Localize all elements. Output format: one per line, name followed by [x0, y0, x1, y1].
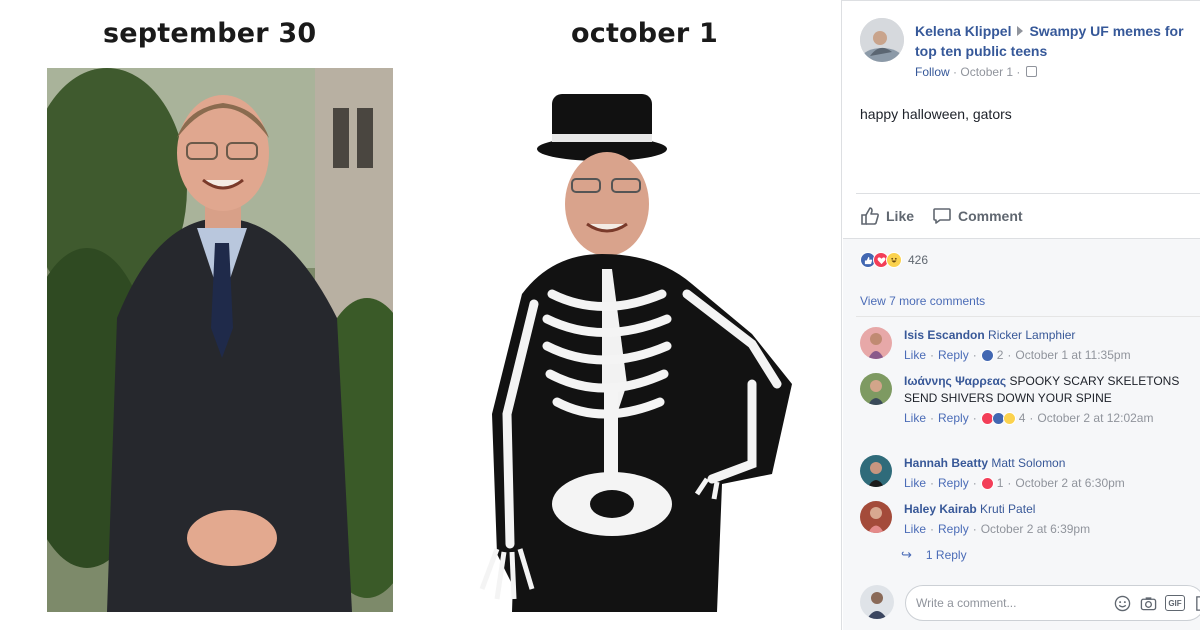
comment-reaction-count[interactable]: 4: [1019, 410, 1026, 427]
commenter-avatar[interactable]: [860, 373, 892, 405]
comment-input-placeholder: Write a comment...: [916, 596, 1017, 610]
post-date[interactable]: October 1: [960, 65, 1013, 79]
comment-input[interactable]: Write a comment... GIF: [905, 585, 1200, 621]
comment-meta: Like · Reply · 4 · October 2 at 12:02am: [904, 410, 1154, 427]
comment-reply-link[interactable]: Reply: [938, 347, 969, 364]
post-text: happy halloween, gators: [860, 106, 1012, 122]
privacy-icon[interactable]: [1025, 66, 1037, 77]
comment-bubble-icon: [933, 208, 951, 224]
tagged-user[interactable]: Kruti Patel: [980, 502, 1035, 516]
comment-meta: Like · Reply · October 2 at 6:39pm: [904, 521, 1091, 538]
post-author-line: Kelena Klippel Swampy UF memes for top te…: [915, 21, 1197, 61]
arrow-right-icon: [1017, 26, 1024, 36]
meme-image[interactable]: september 30 october 1: [0, 0, 841, 630]
commenter-name[interactable]: Haley Kairab: [904, 502, 977, 516]
tagged-user[interactable]: Ricker Lamphier: [988, 328, 1075, 342]
caption-october-1: october 1: [571, 18, 718, 49]
camera-icon[interactable]: [1139, 594, 1157, 612]
photo-skeleton-costume: [452, 84, 812, 612]
comment-meta: Like · Reply · 2 · October 1 at 11:35pm: [904, 347, 1131, 364]
like-reaction-icon: [980, 349, 994, 362]
divider: [856, 316, 1200, 317]
tagged-user[interactable]: Matt Solomon: [991, 456, 1065, 470]
replies-count-label: 1 Reply: [925, 548, 967, 562]
sticker-icon[interactable]: [1193, 594, 1200, 612]
comment-reply-link[interactable]: Reply: [938, 475, 969, 492]
divider: [856, 193, 1200, 194]
comment-timestamp[interactable]: October 2 at 6:39pm: [981, 521, 1090, 538]
like-label: Like: [886, 208, 915, 224]
commenter-name[interactable]: Hannah Beatty: [904, 456, 988, 470]
view-more-comments-link[interactable]: View 7 more comments: [860, 294, 985, 308]
reaction-summary[interactable]: 426: [860, 252, 928, 268]
haha-reaction-icon: [1002, 412, 1016, 425]
comment-label: Comment: [958, 208, 1023, 224]
comment-timestamp[interactable]: October 2 at 12:02am: [1037, 410, 1153, 427]
comment-like-link[interactable]: Like: [904, 521, 926, 538]
like-button[interactable]: Like: [860, 206, 914, 226]
composer-icons: GIF: [1113, 594, 1200, 612]
caption-september-30: september 30: [103, 18, 317, 49]
reaction-count: 426: [908, 253, 929, 267]
commenter-name[interactable]: Ιωάννης Ψαρρεας: [904, 374, 1006, 388]
comment-body: Haley Kairab Kruti Patel Like · Reply · Oc…: [904, 501, 1196, 538]
follow-link[interactable]: Follow: [915, 65, 950, 79]
comment-body: Isis Escandon Ricker Lamphier Like · Repl…: [904, 327, 1196, 364]
comment-body: Ιωάννης Ψαρρεας SPOOKY SCARY SKELETONS S…: [904, 373, 1196, 427]
comment-reply-link[interactable]: Reply: [938, 521, 969, 538]
comment-like-link[interactable]: Like: [904, 410, 926, 427]
comment-like-link[interactable]: Like: [904, 475, 926, 492]
commenter-name[interactable]: Isis Escandon: [904, 328, 985, 342]
emoji-icon[interactable]: [1113, 594, 1131, 612]
comment-like-link[interactable]: Like: [904, 347, 926, 364]
commenter-avatar[interactable]: [860, 455, 892, 487]
thumbs-up-icon: [861, 207, 879, 225]
photo-man-in-suit: [47, 68, 393, 612]
comment-reaction-count[interactable]: 1: [997, 475, 1004, 492]
author-avatar[interactable]: [860, 18, 904, 62]
haha-reaction-icon: [886, 252, 902, 268]
comment-button[interactable]: Comment: [932, 206, 1023, 226]
author-name-link[interactable]: Kelena Klippel: [915, 23, 1011, 39]
view-replies-link[interactable]: ↪ 1 Reply: [901, 547, 967, 563]
gif-icon[interactable]: GIF: [1165, 595, 1185, 611]
comment-timestamp[interactable]: October 1 at 11:35pm: [1015, 347, 1130, 364]
comment-reply-link[interactable]: Reply: [938, 410, 969, 427]
comment-body: Hannah Beatty Matt Solomon Like · Reply · …: [904, 455, 1196, 492]
commenter-avatar[interactable]: [860, 327, 892, 359]
love-reaction-icon: [980, 477, 994, 490]
current-user-avatar[interactable]: [860, 585, 894, 619]
divider: [841, 0, 1200, 1]
comment-meta: Like · Reply · 1 · October 2 at 6:30pm: [904, 475, 1125, 492]
reply-arrow-icon: ↪: [901, 547, 912, 562]
commenter-avatar[interactable]: [860, 501, 892, 533]
post-panel: Kelena Klippel Swampy UF memes for top te…: [841, 0, 1200, 630]
comment-timestamp[interactable]: October 2 at 6:30pm: [1015, 475, 1124, 492]
post-meta: Follow · October 1 ·: [915, 65, 1037, 79]
comment-reaction-count[interactable]: 2: [997, 347, 1004, 364]
